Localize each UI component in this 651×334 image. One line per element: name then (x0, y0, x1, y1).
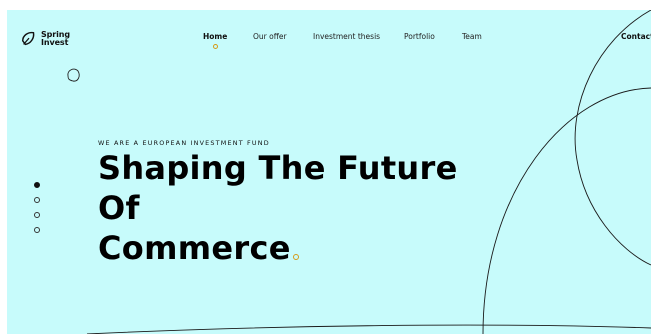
page: Spring Invest Home Our offer Investment … (0, 0, 651, 334)
nav-item-team[interactable]: Team (462, 32, 482, 41)
headline-line-3: Commerce (98, 228, 458, 268)
nav-item-label: Home (203, 32, 228, 41)
main-nav: Home Our offer Investment thesis Portfol… (7, 30, 651, 56)
headline-line-1: Shaping The Future (98, 149, 458, 187)
hero-headline: Shaping The Future Of Commerce (98, 148, 458, 268)
pager-dot-2[interactable] (34, 197, 40, 203)
nav-item-investment-thesis[interactable]: Investment thesis (313, 32, 380, 41)
active-indicator-icon (212, 44, 218, 49)
pager-dot-4[interactable] (34, 227, 40, 233)
slide-pager (34, 182, 42, 242)
pager-dot-1[interactable] (34, 182, 40, 188)
nav-item-portfolio[interactable]: Portfolio (404, 32, 435, 41)
accent-dot-icon (292, 254, 299, 260)
pager-dot-3[interactable] (34, 212, 40, 218)
headline-line-3-text: Commerce (98, 229, 291, 267)
hero-eyebrow: WE ARE A EUROPEAN INVESTMENT FUND (98, 139, 270, 147)
nav-item-contact[interactable]: Contact (621, 32, 651, 41)
headline-line-2: Of (98, 189, 140, 227)
hero-section: Spring Invest Home Our offer Investment … (7, 10, 651, 334)
leaf-outline-icon (67, 68, 80, 82)
nav-item-our-offer[interactable]: Our offer (253, 32, 287, 41)
nav-item-home[interactable]: Home (203, 32, 228, 49)
